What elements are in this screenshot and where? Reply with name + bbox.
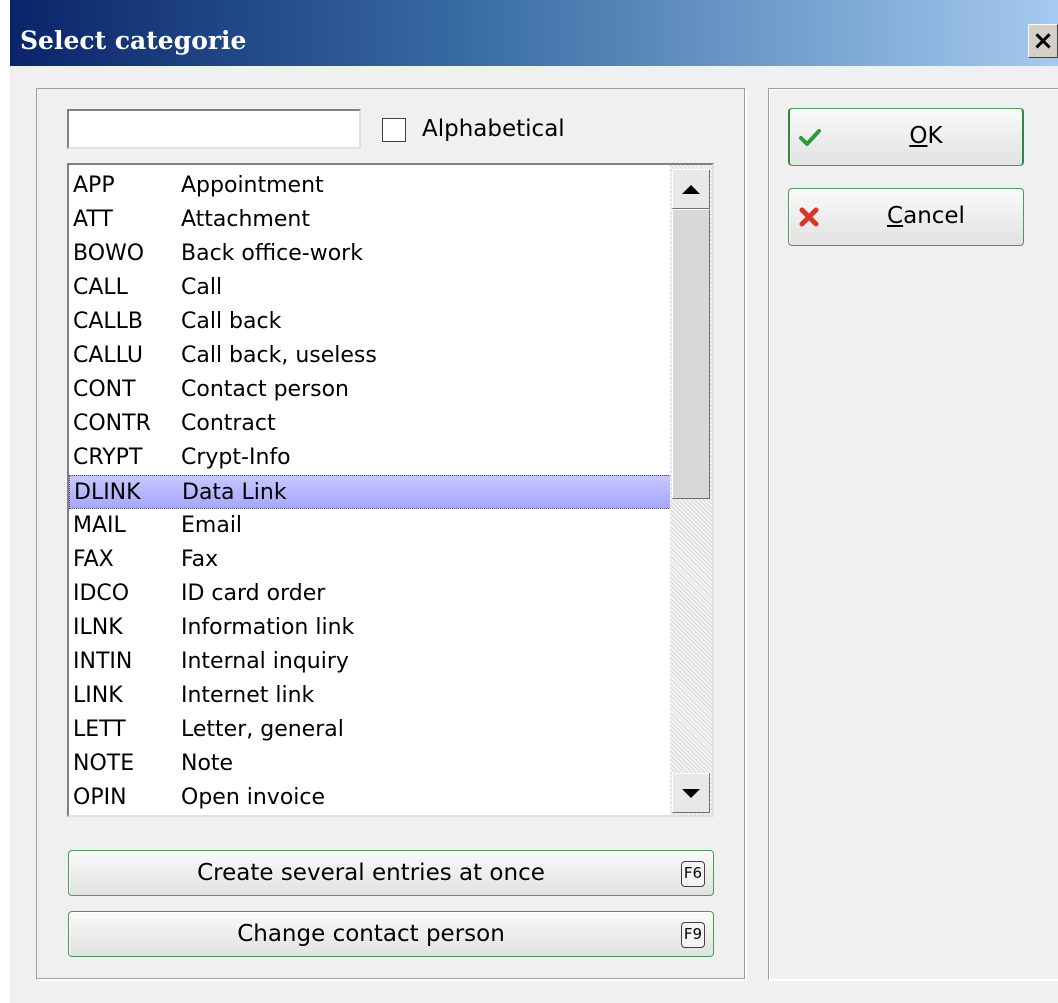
category-rows: APP Appointment ATT Attachment BOWO Back offi… bbox=[69, 169, 671, 815]
list-item-code: NOTE bbox=[73, 751, 135, 776]
scroll-up-button[interactable] bbox=[672, 169, 710, 209]
list-item[interactable]: CALL Call bbox=[69, 271, 671, 305]
list-item[interactable]: CONTR Contract bbox=[69, 407, 671, 441]
alphabetical-label: Alphabetical bbox=[422, 116, 565, 142]
list-item[interactable]: IDCO ID card order bbox=[69, 577, 671, 611]
list-item-description: Contact person bbox=[181, 377, 349, 402]
arrow-up-icon bbox=[682, 184, 700, 194]
list-item-code: BOWO bbox=[73, 241, 145, 266]
list-item-code: IDCO bbox=[73, 581, 130, 606]
list-item-code: ILNK bbox=[73, 615, 123, 640]
list-item-description: Email bbox=[181, 513, 243, 538]
title-bar: Select categorie × bbox=[10, 0, 1058, 66]
list-item-description: Data Link bbox=[182, 480, 287, 505]
cross-icon bbox=[799, 207, 819, 227]
checkmark-icon bbox=[799, 129, 821, 146]
dialog-body: Alphabetical APP Appointment ATT Attachment… bbox=[10, 66, 1058, 1003]
list-item-code: LINK bbox=[73, 683, 123, 708]
list-item-description: Call back, useless bbox=[181, 343, 377, 368]
ok-button[interactable]: OK bbox=[788, 108, 1024, 166]
list-item-code: CALLU bbox=[73, 343, 143, 368]
list-item-description: Internet link bbox=[181, 683, 315, 708]
close-button[interactable]: × bbox=[1028, 24, 1058, 58]
cancel-label: Cancel bbox=[887, 203, 965, 229]
list-item-code: CALLB bbox=[73, 309, 144, 334]
list-item-description: Letter, general bbox=[181, 717, 344, 742]
list-item-description: Note bbox=[181, 751, 234, 776]
change-contact-person-label: Change contact person bbox=[237, 921, 505, 947]
list-item-description: Appointment bbox=[181, 173, 324, 198]
list-item[interactable]: CALLU Call back, useless bbox=[69, 339, 671, 373]
list-item[interactable]: LINK Internet link bbox=[69, 679, 671, 713]
list-item-code: LETT bbox=[73, 717, 126, 742]
list-item-code: CONTR bbox=[73, 411, 151, 436]
list-item-code: ATT bbox=[73, 207, 113, 232]
list-item[interactable]: OPIN Open invoice bbox=[69, 781, 671, 815]
list-item-description: Call back bbox=[181, 309, 282, 334]
list-item[interactable]: CONT Contact person bbox=[69, 373, 671, 407]
list-item[interactable]: MAIL Email bbox=[69, 509, 671, 543]
alphabetical-checkbox[interactable] bbox=[382, 118, 406, 142]
list-item[interactable]: ILNK Information link bbox=[69, 611, 671, 645]
change-contact-person-button[interactable]: Change contact person F9 bbox=[68, 911, 714, 957]
list-item-description: Crypt-Info bbox=[181, 445, 291, 470]
list-item-code: CONT bbox=[73, 377, 136, 402]
list-item-code: INTIN bbox=[73, 649, 133, 674]
list-item[interactable]: BOWO Back office-work bbox=[69, 237, 671, 271]
list-item-description: ID card order bbox=[181, 581, 326, 606]
list-item-code: CALL bbox=[73, 275, 128, 300]
list-item[interactable]: CALLB Call back bbox=[69, 305, 671, 339]
list-item-description: Open invoice bbox=[181, 785, 326, 810]
list-item[interactable]: LETT Letter, general bbox=[69, 713, 671, 747]
list-item-code: APP bbox=[73, 173, 115, 198]
f6-key-badge: F6 bbox=[680, 861, 705, 887]
list-item-description: Internal inquiry bbox=[181, 649, 349, 674]
list-item-description: Contract bbox=[181, 411, 276, 436]
create-several-entries-label: Create several entries at once bbox=[197, 860, 545, 886]
list-item-code: DLINK bbox=[74, 480, 141, 505]
cancel-button[interactable]: Cancel bbox=[788, 188, 1024, 246]
list-item[interactable]: APP Appointment bbox=[69, 169, 671, 203]
list-item-code: FAX bbox=[73, 547, 114, 572]
list-item-code: MAIL bbox=[73, 513, 126, 538]
list-item[interactable]: FAX Fax bbox=[69, 543, 671, 577]
list-item[interactable]: CRYPT Crypt-Info bbox=[69, 441, 671, 475]
list-item-description: Attachment bbox=[181, 207, 310, 232]
arrow-down-icon bbox=[682, 788, 700, 798]
search-input[interactable] bbox=[67, 109, 361, 149]
category-list[interactable]: APP Appointment ATT Attachment BOWO Back offi… bbox=[67, 163, 714, 817]
vertical-scrollbar[interactable] bbox=[670, 165, 712, 815]
list-item-code: CRYPT bbox=[73, 445, 143, 470]
list-item-code: OPIN bbox=[73, 785, 127, 810]
list-item-description: Call bbox=[181, 275, 223, 300]
scroll-down-button[interactable] bbox=[672, 773, 710, 813]
list-item-description: Information link bbox=[181, 615, 355, 640]
list-item[interactable]: ATT Attachment bbox=[69, 203, 671, 237]
f9-key-badge: F9 bbox=[680, 922, 705, 948]
list-item-description: Fax bbox=[181, 547, 219, 572]
ok-label: OK bbox=[909, 123, 943, 149]
list-item-selected[interactable]: DLINK Data Link bbox=[69, 475, 671, 509]
create-several-entries-button[interactable]: Create several entries at once F6 bbox=[68, 850, 714, 896]
close-icon: × bbox=[1032, 26, 1054, 56]
scroll-thumb[interactable] bbox=[672, 209, 710, 499]
list-item-description: Back office-work bbox=[181, 241, 363, 266]
list-item[interactable]: INTIN Internal inquiry bbox=[69, 645, 671, 679]
list-item[interactable]: NOTE Note bbox=[69, 747, 671, 781]
window-title: Select categorie bbox=[20, 26, 247, 55]
